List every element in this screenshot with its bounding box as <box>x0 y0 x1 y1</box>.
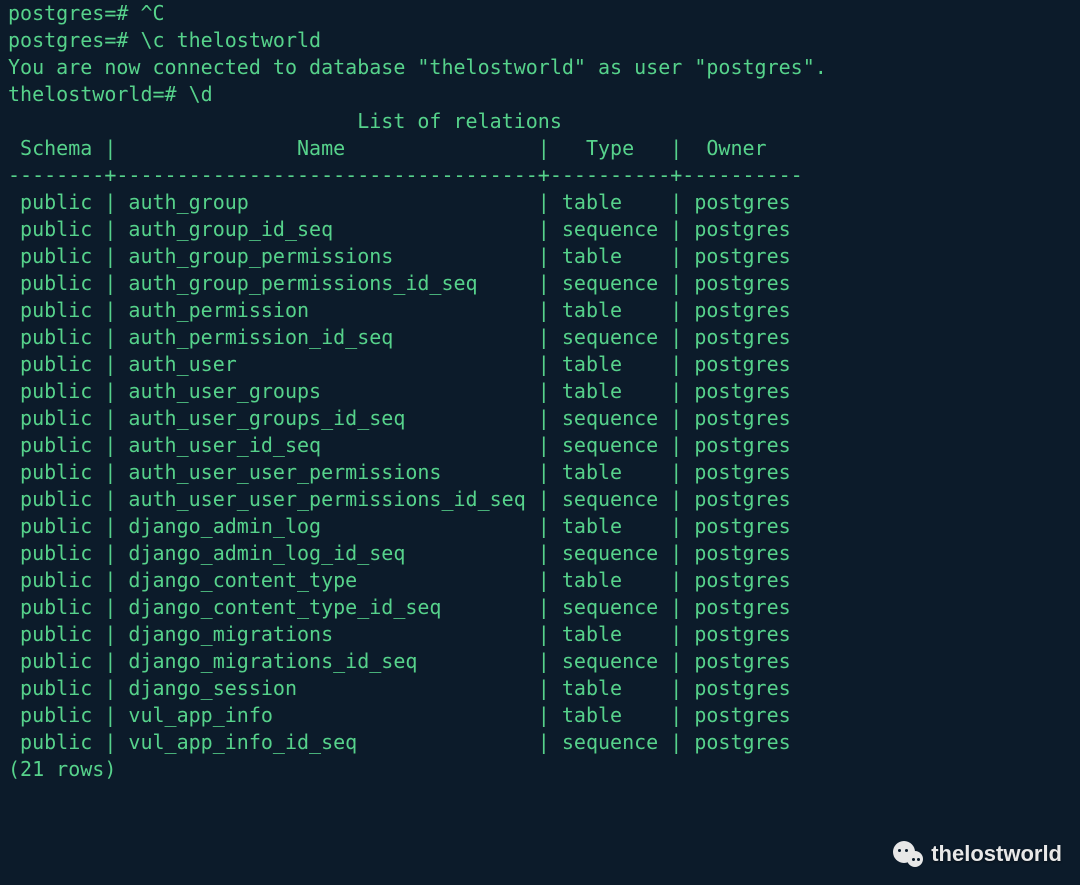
wechat-icon <box>893 841 923 867</box>
watermark-text: thelostworld <box>931 841 1062 867</box>
terminal-output: postgres=# ^C postgres=# \c thelostworld… <box>0 0 1080 791</box>
watermark: thelostworld <box>893 841 1062 867</box>
